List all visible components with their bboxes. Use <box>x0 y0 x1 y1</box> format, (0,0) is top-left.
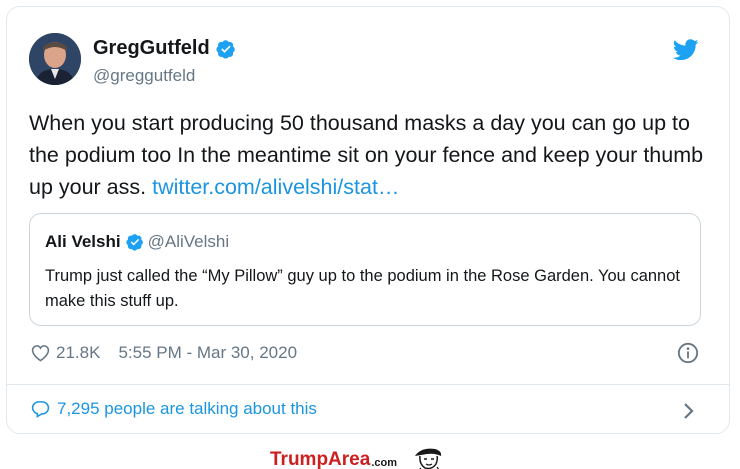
like-count[interactable]: 21.8K <box>56 343 100 363</box>
quoted-author-name: Ali Velshi <box>45 232 121 251</box>
author-name-row[interactable]: GregGutfeld <box>93 37 236 60</box>
conversation-link[interactable]: 7,295 people are talking about this <box>31 399 317 419</box>
quoted-tweet-text: Trump just called the “My Pillow” guy up… <box>45 267 680 310</box>
watermark-brand: TrumpArea <box>270 449 371 469</box>
comment-bubble-icon <box>31 401 50 418</box>
caricature-face-icon <box>415 448 442 469</box>
quoted-tweet[interactable]: Ali Velshi @AliVelshi Trump just called … <box>29 213 701 326</box>
divider <box>7 384 729 385</box>
author-name[interactable]: GregGutfeld <box>93 37 210 60</box>
tweet-meta: 21.8K 5:55 PM - Mar 30, 2020 <box>31 343 297 363</box>
twitter-bird-icon[interactable] <box>673 39 699 61</box>
author-handle[interactable]: @greggutfeld <box>93 66 195 86</box>
quoted-author-handle: @AliVelshi <box>147 232 230 251</box>
tweet-body: When you start producing 50 thousand mas… <box>29 107 719 203</box>
tweet-timestamp[interactable]: 5:55 PM - Mar 30, 2020 <box>118 343 297 363</box>
site-watermark: TrumpArea .com <box>270 446 447 469</box>
quoted-tweet-header: Ali Velshi @AliVelshi <box>45 232 229 252</box>
tweet-card: GregGutfeld @greggutfeld When you start … <box>6 6 730 434</box>
avatar-image <box>29 33 81 85</box>
watermark-suffix: .com <box>371 457 397 469</box>
author-avatar[interactable] <box>29 33 81 85</box>
tweet-link[interactable]: twitter.com/alivelshi/stat… <box>152 175 399 199</box>
chevron-right-icon[interactable] <box>683 402 695 420</box>
conversation-text[interactable]: 7,295 people are talking about this <box>57 399 317 419</box>
info-icon[interactable] <box>677 342 699 364</box>
heart-icon[interactable] <box>31 344 50 362</box>
verified-badge-icon <box>125 234 143 251</box>
verified-badge-icon <box>216 39 235 59</box>
